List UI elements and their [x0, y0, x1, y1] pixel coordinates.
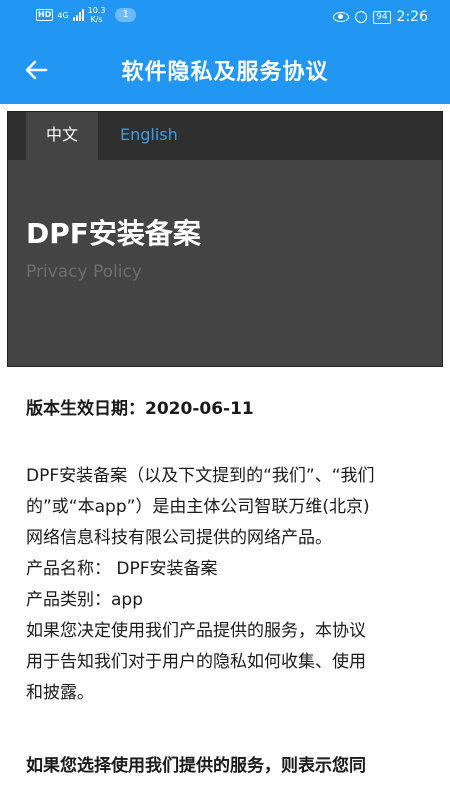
effective-date: 版本生效日期：2020-06-11: [26, 399, 254, 419]
tab-english[interactable]: English: [120, 112, 178, 160]
product-name-line: 产品名称： DPF安装备案: [26, 559, 218, 579]
privacy-policy-subtitle: Privacy Policy: [26, 262, 142, 282]
battery-indicator: 94: [373, 10, 391, 24]
paragraph-line: 和披露。: [26, 683, 94, 703]
network-type: 4G: [57, 10, 69, 20]
product-type-line: 产品类别：app: [26, 590, 143, 610]
status-left: HD 4G 10.3 K/s 1: [36, 6, 136, 24]
hd-badge: HD: [36, 9, 54, 21]
language-tabs: 中文 English: [8, 112, 442, 160]
network-indicator: 4G: [57, 11, 68, 20]
paragraph-line: 的”或“本app”）是由主体公司智联万维(北京): [26, 497, 370, 517]
policy-header-card: 中文 English DPF安装备案 Privacy Policy: [7, 111, 443, 367]
consent-paragraph: 如果您选择使用我们提供的服务，则表示您同: [26, 756, 366, 776]
alarm-icon: [355, 11, 368, 23]
paragraph-line: DPF安装备案（以及下文提到的“我们”、“我们: [26, 466, 375, 486]
eye-comfort-icon: [333, 12, 350, 22]
paragraph-line: 网络信息科技有限公司提供的网络产品。: [26, 528, 332, 548]
speed-unit: K/s: [90, 15, 103, 24]
network-speed: 10.3 K/s: [88, 6, 106, 24]
app-name-heading: DPF安装备案: [26, 217, 201, 250]
status-bar: HD 4G 10.3 K/s 1 94 2:26: [0, 0, 450, 36]
paragraph-line: 如果您决定使用我们产品提供的服务，本协议: [26, 621, 366, 641]
tab-chinese[interactable]: 中文: [26, 112, 98, 160]
speed-value: 10.3: [87, 6, 106, 15]
status-right: 94 2:26: [333, 9, 428, 25]
policy-body: 版本生效日期：2020-06-11 DPF安装备案（以及下文提到的“我们”、“我…: [26, 394, 430, 782]
intro-paragraph: DPF安装备案（以及下文提到的“我们”、“我们 的”或“本app”）是由主体公司…: [26, 461, 430, 709]
signal-icon: [72, 9, 84, 21]
clock: 2:26: [396, 9, 428, 25]
policy-content[interactable]: 中文 English DPF安装备案 Privacy Policy 版本生效日期…: [0, 104, 450, 800]
page-title: 软件隐私及服务协议: [121, 60, 329, 85]
notification-badge: 1: [115, 8, 136, 22]
paragraph-line: 用于告知我们对于用户的隐私如何收集、使用: [26, 652, 366, 672]
app-bar: 软件隐私及服务协议: [0, 36, 450, 104]
